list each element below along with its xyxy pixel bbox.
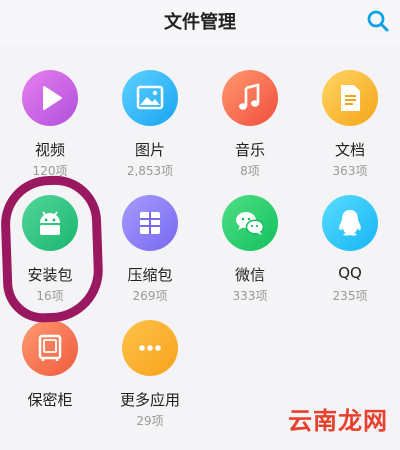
- more-icon: [122, 320, 178, 376]
- category-count: 8项: [240, 164, 260, 178]
- category-label: 压缩包: [127, 266, 173, 284]
- search-icon: [367, 10, 389, 32]
- category-count: 2,853项: [126, 164, 174, 178]
- category-label: 音乐: [234, 141, 265, 159]
- wechat-icon: [222, 195, 278, 251]
- page-title: 文件管理: [164, 12, 236, 33]
- category-label: QQ: [338, 264, 362, 282]
- qq-penguin-icon: [322, 195, 378, 251]
- category-count: 269项: [132, 289, 168, 303]
- play-icon: [22, 70, 78, 126]
- music-note-icon: [222, 70, 278, 126]
- category-label: 视频: [34, 141, 65, 159]
- search-button[interactable]: [366, 9, 390, 33]
- image-icon: [122, 70, 178, 126]
- safe-icon: [22, 320, 78, 376]
- category-count: 235项: [332, 289, 368, 303]
- category-count: 333项: [232, 289, 268, 303]
- category-label: 图片: [134, 141, 165, 159]
- category-count: 363项: [332, 164, 368, 178]
- hand-drawn-circle-annotation: [0, 174, 105, 324]
- category-label: 微信: [234, 266, 265, 284]
- title-bar: 文件管理: [0, 0, 400, 44]
- category-count: 29项: [136, 414, 164, 428]
- category-label: 保密柜: [27, 391, 73, 409]
- category-label: 更多应用: [119, 391, 180, 409]
- watermark: 云南龙网: [288, 406, 388, 435]
- category-label: 文档: [334, 141, 365, 159]
- document-icon: [322, 70, 378, 126]
- archive-icon: [122, 195, 178, 251]
